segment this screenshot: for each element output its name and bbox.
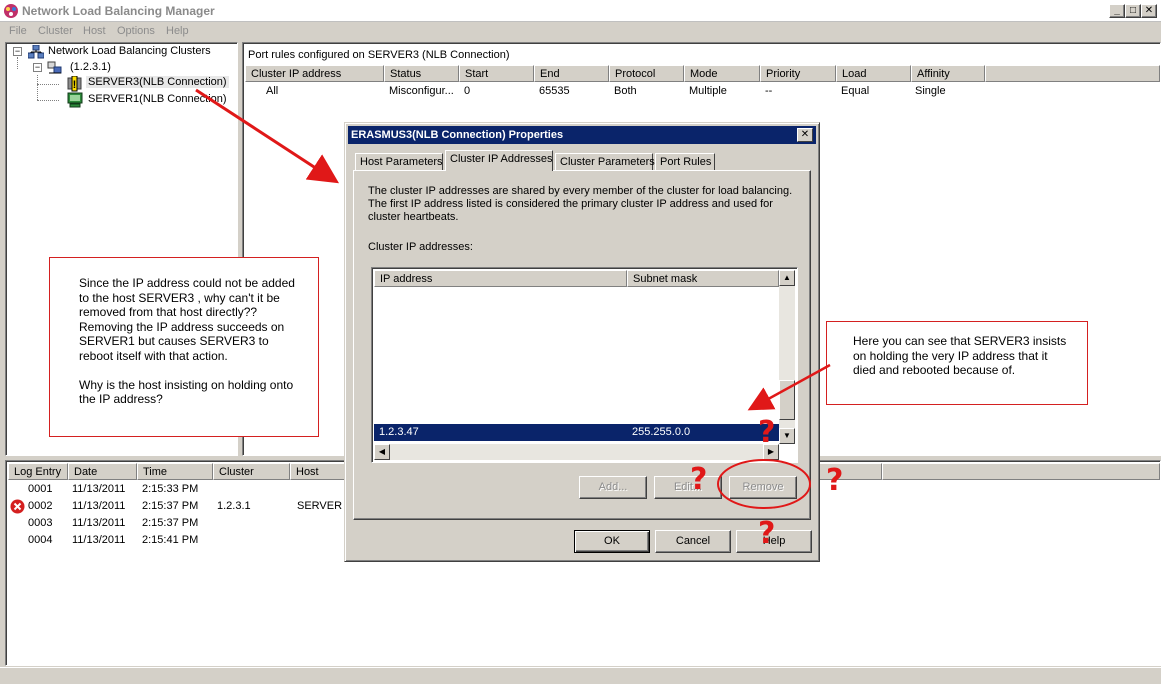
- annotation-left-note: Since the IP address could not be added …: [49, 257, 319, 437]
- question-mark: ?: [690, 462, 708, 497]
- question-mark: ?: [758, 516, 776, 551]
- title-bar: Network Load Balancing Manager _ □ ✕: [0, 0, 1161, 22]
- cluster-icon: [47, 61, 62, 74]
- dialog-title-bar[interactable]: ERASMUS3(NLB Connection) Properties ✕: [348, 126, 816, 144]
- minimize-button[interactable]: _: [1109, 4, 1125, 18]
- host-ok-icon: [67, 92, 83, 108]
- table-row[interactable]: All Misconfigur... 0 65535 Both Multiple…: [245, 84, 1160, 100]
- status-bar: [0, 667, 1161, 684]
- list-col-subnet-mask[interactable]: Subnet mask: [627, 270, 779, 287]
- list-col-ip-address[interactable]: IP address: [374, 270, 627, 287]
- scroll-up-icon[interactable]: ▲: [779, 270, 795, 286]
- cluster-ip-list-label: Cluster IP addresses:: [368, 241, 473, 253]
- col-end[interactable]: End: [534, 65, 609, 82]
- cluster-ip-list[interactable]: IP address Subnet mask ▲ ▼ 1.2.3.47 255.…: [371, 267, 798, 463]
- scroll-down-icon[interactable]: ▼: [779, 428, 795, 444]
- subnet-mask-value: 255.255.0.0: [632, 426, 691, 438]
- col-log-entry[interactable]: Log Entry: [8, 463, 68, 480]
- dialog-title: ERASMUS3(NLB Connection) Properties: [351, 129, 564, 141]
- scroll-thumb[interactable]: [779, 380, 795, 420]
- remove-button[interactable]: Remove: [729, 476, 797, 499]
- col-priority[interactable]: Priority: [760, 65, 836, 82]
- cluster-ip-description: The cluster IP addresses are shared by e…: [368, 185, 793, 223]
- question-mark: ?: [826, 463, 844, 498]
- tree-root-label[interactable]: Network Load Balancing Clusters: [48, 45, 211, 57]
- col-cluster[interactable]: Cluster: [213, 463, 290, 480]
- tree-cluster-label[interactable]: (1.2.3.1): [70, 61, 111, 73]
- dialog-close-button[interactable]: ✕: [797, 128, 813, 142]
- scroll-left-icon[interactable]: ◀: [374, 444, 390, 460]
- menu-bar: File Cluster Host Options Help: [0, 22, 1161, 40]
- collapse-root-icon[interactable]: −: [13, 47, 22, 56]
- error-icon: [10, 499, 25, 514]
- annotation-right-note: Here you can see that SERVER3 insists on…: [826, 321, 1088, 405]
- col-mode[interactable]: Mode: [684, 65, 760, 82]
- maximize-button[interactable]: □: [1125, 4, 1141, 18]
- col-cluster-ip[interactable]: Cluster IP address: [245, 65, 384, 82]
- tab-panel: The cluster IP addresses are shared by e…: [353, 170, 811, 520]
- tab-cluster-ip-addresses[interactable]: Cluster IP Addresses: [445, 150, 553, 171]
- window-title: Network Load Balancing Manager: [22, 4, 215, 18]
- col-date[interactable]: Date: [68, 463, 137, 480]
- add-button[interactable]: Add...: [579, 476, 647, 499]
- tab-cluster-parameters[interactable]: Cluster Parameters: [555, 153, 655, 171]
- port-rules-title: Port rules configured on SERVER3 (NLB Co…: [248, 49, 510, 61]
- menu-cluster[interactable]: Cluster: [38, 25, 73, 37]
- tab-port-rules[interactable]: Port Rules: [655, 153, 715, 171]
- ok-button[interactable]: OK: [574, 530, 650, 553]
- menu-file[interactable]: File: [9, 25, 27, 37]
- col-status[interactable]: Status: [384, 65, 459, 82]
- edit-button[interactable]: Edit...: [654, 476, 722, 499]
- col-affinity[interactable]: Affinity: [911, 65, 985, 82]
- properties-dialog: ERASMUS3(NLB Connection) Properties ✕ Ho…: [344, 122, 820, 562]
- col-load[interactable]: Load: [836, 65, 911, 82]
- svg-text:!: !: [73, 79, 77, 91]
- tree-host-server3[interactable]: SERVER3(NLB Connection): [86, 76, 229, 88]
- tree-host-server1[interactable]: SERVER1(NLB Connection): [88, 93, 227, 105]
- nlb-app-icon: [4, 4, 18, 18]
- col-protocol[interactable]: Protocol: [609, 65, 684, 82]
- ip-address-value: 1.2.3.47: [379, 426, 419, 438]
- horizontal-scrollbar[interactable]: ◀ ▶: [374, 444, 779, 460]
- col-start[interactable]: Start: [459, 65, 534, 82]
- menu-host[interactable]: Host: [83, 25, 106, 37]
- question-mark: ?: [758, 415, 776, 450]
- warning-host-icon: !: [67, 76, 82, 92]
- close-button[interactable]: ✕: [1141, 4, 1157, 18]
- menu-help[interactable]: Help: [166, 25, 189, 37]
- collapse-cluster-icon[interactable]: −: [33, 63, 42, 72]
- tab-host-parameters[interactable]: Host Parameters: [355, 153, 443, 171]
- menu-options[interactable]: Options: [117, 25, 155, 37]
- list-item[interactable]: 1.2.3.47 255.255.0.0: [374, 424, 779, 441]
- vertical-scrollbar[interactable]: ▲ ▼: [779, 270, 795, 444]
- cancel-button[interactable]: Cancel: [655, 530, 731, 553]
- clusters-root-icon: [28, 45, 44, 59]
- col-time[interactable]: Time: [137, 463, 213, 480]
- port-rules-header: Cluster IP address Status Start End Prot…: [245, 65, 1160, 83]
